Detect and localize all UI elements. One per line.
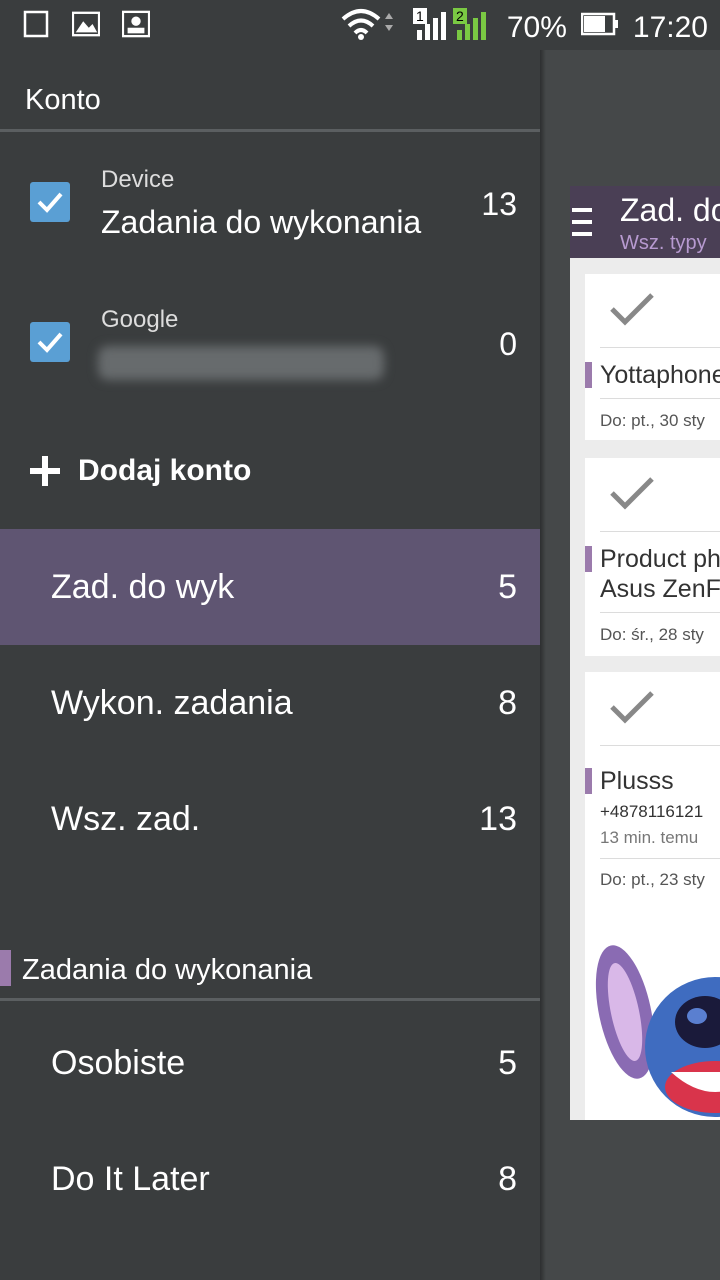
list-count: 5 <box>498 1043 517 1082</box>
rec-icon <box>122 10 150 38</box>
task-title: Yottaphone <box>600 361 720 389</box>
menu-icon[interactable] <box>572 208 592 236</box>
task-due-date: Do: pt., 23 sty <box>600 870 705 889</box>
wifi-icon <box>341 7 399 49</box>
add-account-button[interactable]: Dodaj konto <box>28 454 251 488</box>
filter-item-all[interactable]: Wsz. zad. 13 <box>0 761 540 877</box>
list-item-do-it-later[interactable]: Do It Later 8 <box>0 1121 540 1237</box>
section-divider <box>0 998 540 1001</box>
card-divider <box>600 858 720 859</box>
check-icon[interactable] <box>609 476 655 510</box>
task-due-date: Do: pt., 30 sty <box>600 411 705 430</box>
list-color-marker <box>585 546 592 572</box>
list-color-marker <box>585 362 592 388</box>
filter-count: 8 <box>498 683 517 722</box>
list-count: 8 <box>498 1159 517 1198</box>
battery-icon <box>580 11 619 45</box>
check-icon[interactable] <box>609 292 655 326</box>
card-divider <box>600 612 720 613</box>
preview-title: Zad. do wyk <box>620 192 720 228</box>
app-preview[interactable]: Zad. do wyk Wsz. typy Yottaphone Do: pt.… <box>570 186 720 1120</box>
check-icon[interactable] <box>609 690 655 724</box>
list-color-marker <box>585 768 592 794</box>
add-account-label: Dodaj konto <box>78 454 252 487</box>
preview-subtitle: Wsz. typy <box>620 232 707 254</box>
account-source: Google <box>101 306 179 333</box>
svg-text:2: 2 <box>456 8 464 24</box>
blurred-email <box>98 346 384 380</box>
list-color-marker <box>0 950 11 986</box>
task-card[interactable]: Plusss +4878116121 13 min. temu Do: pt.,… <box>585 672 720 1120</box>
checkmark-icon <box>37 332 63 353</box>
plus-icon <box>30 456 60 486</box>
list-label: Osobiste <box>51 1043 186 1082</box>
filter-count: 13 <box>479 799 517 838</box>
battery-percent: 70% <box>506 11 567 44</box>
task-due-date: Do: śr., 28 sty <box>600 625 704 644</box>
task-card[interactable]: Product ph Asus ZenF Do: śr., 28 sty <box>585 458 720 656</box>
account-checkbox[interactable] <box>30 182 70 222</box>
status-bar: 1 2 70% 17:20 <box>0 0 720 50</box>
image-icon <box>72 10 100 38</box>
checkmark-icon <box>37 192 63 213</box>
task-title: Product ph <box>600 545 720 573</box>
sim-icon <box>22 10 50 38</box>
preview-header: Zad. do wyk Wsz. typy <box>570 186 720 258</box>
task-image <box>585 912 720 1120</box>
account-section-title: Konto <box>25 84 101 116</box>
account-count: 0 <box>499 326 517 362</box>
account-row-device[interactable]: Device Zadania do wykonania 13 <box>0 150 540 260</box>
filter-label: Zad. do wyk <box>51 567 235 606</box>
filter-label: Wykon. zadania <box>51 683 293 722</box>
clock: 17:20 <box>632 11 708 44</box>
section-divider <box>0 129 540 132</box>
task-card[interactable]: Yottaphone Do: pt., 30 sty <box>585 274 720 440</box>
card-divider <box>600 398 720 399</box>
drawer-shadow <box>540 50 546 1280</box>
task-phone: +4878116121 <box>600 802 704 821</box>
svg-text:1: 1 <box>416 8 424 24</box>
filter-item-todo[interactable]: Zad. do wyk 5 <box>0 529 540 645</box>
card-divider <box>600 347 720 348</box>
navigation-drawer: Konto Device Zadania do wykonania 13 Goo… <box>0 50 540 1280</box>
list-section-title: Zadania do wykonania <box>22 954 313 986</box>
list-item-osobiste[interactable]: Osobiste 5 <box>0 1005 540 1121</box>
account-source: Device <box>101 166 175 193</box>
account-count: 13 <box>481 186 517 222</box>
task-time-ago: 13 min. temu <box>600 828 699 847</box>
filter-count: 5 <box>498 567 517 606</box>
account-name: Zadania do wykonania <box>101 204 422 240</box>
list-label: Do It Later <box>51 1159 210 1198</box>
card-divider <box>600 745 720 746</box>
task-title-line2: Asus ZenF <box>600 575 720 603</box>
account-row-google[interactable]: Google 0 <box>0 290 540 400</box>
filter-label: Wsz. zad. <box>51 799 201 838</box>
task-title: Plusss <box>600 767 674 795</box>
card-divider <box>600 531 720 532</box>
filter-item-completed[interactable]: Wykon. zadania 8 <box>0 645 540 761</box>
signal-icon: 1 2 <box>412 6 493 50</box>
account-checkbox[interactable] <box>30 322 70 362</box>
